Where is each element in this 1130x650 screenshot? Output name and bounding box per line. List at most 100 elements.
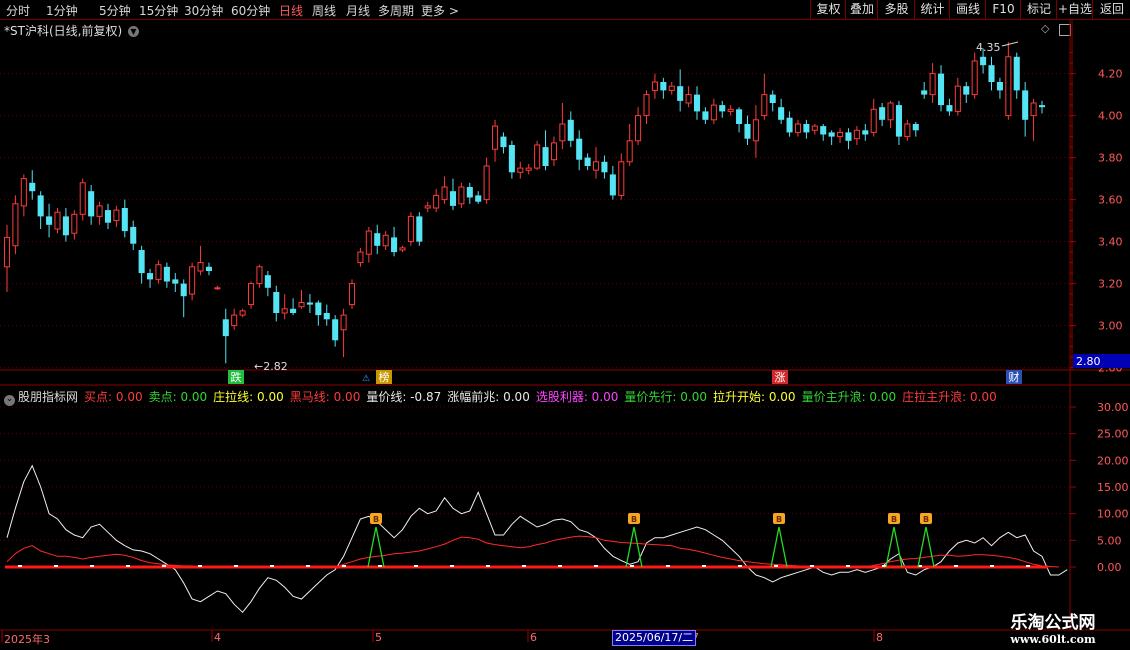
indicator-value: 庄拉主升浪: 0.00 [902, 390, 997, 404]
candle [626, 140, 633, 163]
candle [601, 161, 608, 173]
price-tick-label: 3.00 [1098, 320, 1123, 333]
candle [1013, 56, 1020, 91]
toolbar-button[interactable]: 复权 [810, 0, 846, 19]
candle [340, 314, 347, 331]
baseline-dot [918, 565, 922, 567]
signal-badge-glyph: B [776, 515, 782, 524]
toolbar-button[interactable]: +自选 [1056, 0, 1093, 19]
candle [348, 283, 356, 306]
signal-badge-icon [888, 513, 900, 524]
indicator-name[interactable]: 股朋指标网 [18, 390, 78, 404]
layout-toggle-icon[interactable] [1059, 24, 1071, 36]
candle [534, 144, 541, 169]
tab-timeframe[interactable]: 5分钟 [99, 2, 131, 19]
tab-timeframe[interactable]: 多周期 [378, 2, 414, 19]
baseline-dot [486, 565, 490, 567]
candle [205, 266, 212, 271]
chart-area[interactable]: 4.20 4.00 3.80 3.60 3.40 3.20 3.00 2.802.80 4.35… [0, 0, 1130, 650]
candle [306, 302, 313, 305]
price-tick-label: 4.20 [1098, 68, 1123, 81]
candle [550, 142, 557, 161]
event-marker-bg [772, 370, 788, 384]
event-marker-label: 跌 [231, 370, 242, 384]
toolbar-button[interactable]: 多股 [877, 0, 915, 19]
candle [517, 167, 524, 173]
candle [281, 308, 288, 314]
current-price-box [1073, 354, 1130, 368]
indicator-value: 卖点: 0.00 [148, 390, 208, 404]
signal-badge-icon [773, 513, 785, 524]
candle [508, 145, 515, 173]
candle [660, 82, 667, 91]
candle [845, 132, 852, 141]
candle [895, 105, 902, 137]
tab-timeframe[interactable]: 更多 > [421, 2, 459, 19]
candle [769, 94, 776, 103]
buy-signal-spike [770, 526, 788, 568]
baseline-dot [774, 565, 778, 567]
indicator-header: ⌄ 股朋指标网 买点: 0.00 卖点: 0.00 庄拉线: 0.00 黑马线: 0.00… [4, 388, 1003, 406]
baseline-dot [270, 565, 274, 567]
event-marker-label: 榜 [379, 370, 390, 384]
tab-timeframe[interactable]: 15分钟 [139, 2, 178, 19]
candle [247, 283, 255, 306]
candle [54, 211, 61, 230]
candle [929, 73, 936, 96]
toolbar-button[interactable]: 画线 [949, 0, 986, 19]
candle [988, 65, 995, 82]
diamond-icon[interactable]: ◇ [1041, 22, 1049, 35]
tab-timeframe[interactable]: 60分钟 [231, 2, 270, 19]
toolbar-button[interactable]: 返回 [1092, 0, 1130, 19]
candle [449, 191, 457, 206]
tab-timeframe[interactable]: 分时 [6, 2, 30, 19]
baseline-dot [738, 565, 742, 567]
candle [189, 266, 196, 295]
baseline-dot [882, 565, 886, 567]
indicator-tick-label: 15.00 [1097, 481, 1129, 494]
indicator-value: 量价主升浪: 0.00 [801, 390, 897, 404]
date-axis-label: 4 [214, 631, 221, 644]
toolbar-button[interactable]: 标记 [1020, 0, 1057, 19]
baseline-dot [990, 565, 994, 567]
candle [492, 125, 499, 150]
candle [794, 123, 802, 133]
toolbar-button[interactable]: F10 [985, 0, 1021, 19]
candle [635, 115, 642, 142]
tab-timeframe[interactable]: 月线 [346, 2, 370, 19]
baseline-dot [306, 565, 310, 567]
toolbar-button[interactable]: 叠加 [845, 0, 878, 19]
tab-timeframe[interactable]: 周线 [312, 2, 336, 19]
baseline-dot [342, 565, 346, 567]
tab-timeframe[interactable]: 1分钟 [46, 2, 78, 19]
tab-timeframe[interactable]: 30分钟 [184, 2, 223, 19]
candle [727, 108, 734, 112]
event-icon: ⚠ [362, 374, 370, 384]
candle [239, 310, 246, 316]
price-tick-label: 3.60 [1098, 194, 1123, 207]
toolbar-button[interactable]: 统计 [914, 0, 950, 19]
event-marker-label: 涨 [775, 371, 786, 384]
baseline-dot [126, 565, 130, 567]
baseline-dot [414, 565, 418, 567]
candle [980, 56, 987, 66]
indicator-menu-icon[interactable]: ⌄ [4, 395, 15, 406]
candle [1005, 56, 1012, 117]
chevron-down-icon[interactable]: ▼ [127, 26, 139, 37]
candle [12, 203, 19, 247]
candle [407, 215, 414, 243]
candle [937, 73, 945, 106]
candle [567, 119, 574, 141]
candle [592, 161, 600, 171]
candle [3, 236, 11, 268]
candle [424, 205, 431, 209]
signal-badge-glyph: B [373, 515, 379, 524]
volume-price-line [6, 464, 1068, 614]
tab-timeframe[interactable]: 日线 [279, 2, 303, 19]
candle [374, 233, 381, 246]
candle [677, 86, 684, 101]
candle [323, 313, 330, 320]
candle [180, 283, 187, 297]
candle [811, 125, 818, 131]
indicator-value: 选股利器: 0.00 [535, 390, 619, 404]
